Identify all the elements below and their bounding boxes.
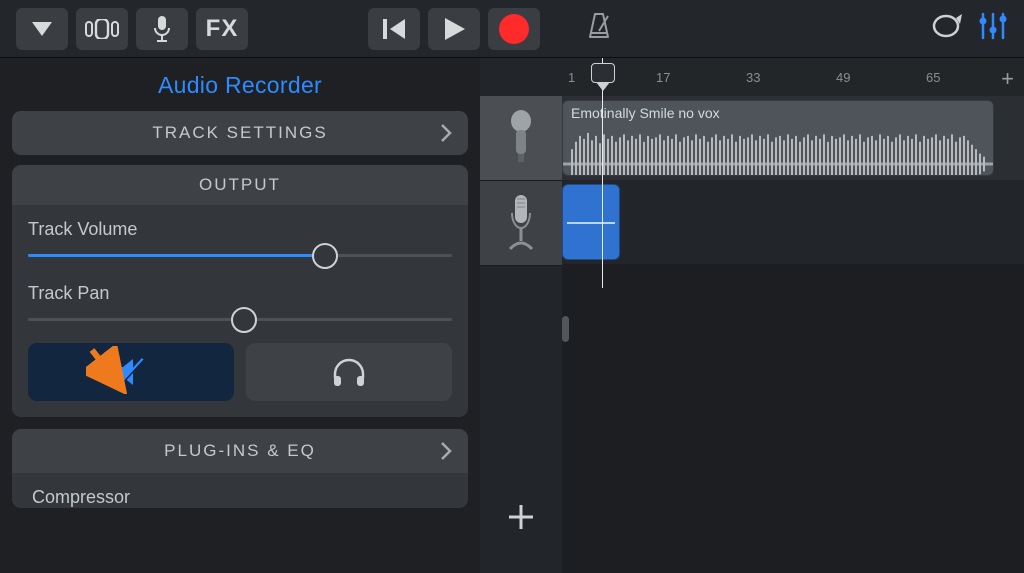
play-icon [443,17,465,41]
track-pan-thumb[interactable] [231,307,257,333]
empty-timeline-area[interactable] [562,264,1024,573]
waveform-icon [563,127,993,176]
ruler-add-button[interactable]: + [1001,66,1014,92]
loop-button[interactable] [922,4,970,53]
mute-icon [113,355,149,389]
timeline-area: 1 17 33 49 65 + [480,58,1024,573]
go-to-start-icon [381,17,407,41]
input-mic-button[interactable] [136,8,188,50]
metronome-button[interactable] [576,3,622,54]
chevron-right-icon [440,123,452,143]
solo-headphones-button[interactable] [246,343,452,401]
ruler-mark: 33 [746,70,760,85]
disclosure-button[interactable] [16,8,68,50]
plugins-body: Compressor [12,473,468,508]
ruler-mark: 65 [926,70,940,85]
mute-button[interactable] [28,343,234,401]
output-header-label: OUTPUT [199,175,281,195]
plugins-eq-button[interactable]: PLUG-INS & EQ [12,429,468,473]
play-button[interactable] [428,8,480,50]
condenser-mic-icon [504,193,538,253]
track-volume-thumb[interactable] [312,243,338,269]
fx-button[interactable]: FX [196,8,248,50]
mixer-button[interactable] [970,4,1024,53]
output-section: OUTPUT Track Volume Track Pan [12,165,468,417]
track-lane-0[interactable]: Emotinally Smile no vox [562,96,1024,180]
mute-solo-row [28,343,452,401]
track-pan-slider[interactable] [28,318,452,321]
fx-label: FX [206,15,239,43]
track-settings-button[interactable]: TRACK SETTINGS [12,111,468,155]
vocal-mic-icon [504,110,538,166]
ruler-mark: 17 [656,70,670,85]
microphone-icon [152,15,172,43]
main-columns: Audio Recorder TRACK SETTINGS OUTPUT Tra… [0,58,1024,573]
audio-region[interactable] [562,184,620,260]
track-header-1[interactable] [480,181,562,266]
record-button[interactable] [488,8,540,50]
timeline-ruler[interactable]: 1 17 33 49 65 + [562,58,1024,97]
ruler-numbers: 1 17 33 49 65 [562,70,1024,86]
track-headers [480,96,562,266]
record-icon [499,14,529,44]
transport-toolbar: FX [0,0,1024,58]
add-track-button[interactable] [502,498,540,536]
plugins-eq-label: PLUG-INS & EQ [164,441,316,461]
panel-title: Audio Recorder [12,72,468,99]
track-settings-label: TRACK SETTINGS [152,123,327,143]
track-lane-1[interactable] [562,180,1024,264]
track-view-icon [85,19,119,39]
plus-icon [506,502,536,532]
mixer-icon [978,12,1008,40]
output-body: Track Volume Track Pan [12,205,468,417]
output-header: OUTPUT [12,165,468,205]
audio-region[interactable]: Emotinally Smile no vox [562,100,994,176]
playhead-grip[interactable] [591,63,615,83]
triangle-down-icon [30,20,54,38]
compressor-label: Compressor [32,487,452,508]
chevron-right-icon [440,441,452,461]
region-title: Emotinally Smile no vox [571,105,720,121]
track-pan-label: Track Pan [28,283,452,304]
track-view-button[interactable] [76,8,128,50]
rewind-button[interactable] [368,8,420,50]
ruler-mark: 49 [836,70,850,85]
track-volume-label: Track Volume [28,219,452,240]
playhead[interactable] [602,58,603,288]
track-header-0[interactable] [480,96,562,181]
ruler-mark: 1 [568,70,575,85]
track-volume-fill [28,254,325,257]
loop-icon [930,12,962,40]
waveform-icon [567,222,615,224]
playhead-pointer-icon [596,82,610,91]
track-volume-slider[interactable] [28,254,452,257]
metronome-icon [584,11,614,41]
side-panel: Audio Recorder TRACK SETTINGS OUTPUT Tra… [0,58,480,573]
vertical-scroll-indicator[interactable] [562,316,569,342]
headphones-icon [330,356,368,388]
